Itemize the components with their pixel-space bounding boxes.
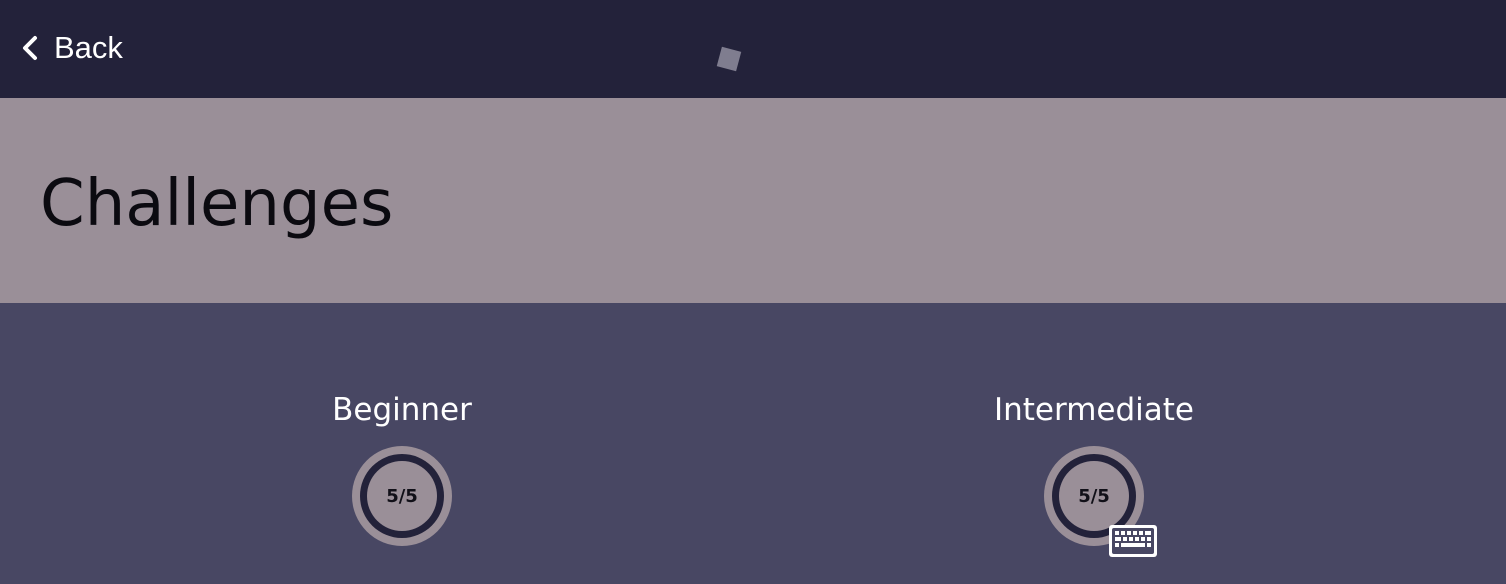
level-name: Intermediate bbox=[993, 392, 1194, 428]
back-label: Back bbox=[54, 30, 123, 65]
challenge-levels-area bbox=[0, 303, 1506, 584]
progress-ring: 5/5 bbox=[352, 446, 452, 546]
top-bar: Back bbox=[0, 0, 1506, 98]
progress-value: 5/5 bbox=[1059, 461, 1129, 531]
level-name: Beginner bbox=[332, 392, 472, 428]
back-button[interactable]: Back bbox=[20, 28, 123, 68]
level-beginner[interactable]: Beginner 5/5 bbox=[252, 390, 552, 546]
page-title: Challenges bbox=[40, 167, 394, 241]
level-intermediate[interactable]: Intermediate 5/5 bbox=[944, 390, 1244, 557]
progress-ring-track: 5/5 bbox=[360, 454, 444, 538]
progress-value: 5/5 bbox=[367, 461, 437, 531]
chevron-left-icon bbox=[20, 34, 42, 62]
app-logo-icon bbox=[716, 46, 742, 72]
keyboard-icon bbox=[1109, 525, 1157, 557]
progress-ring: 5/5 bbox=[1044, 446, 1157, 557]
